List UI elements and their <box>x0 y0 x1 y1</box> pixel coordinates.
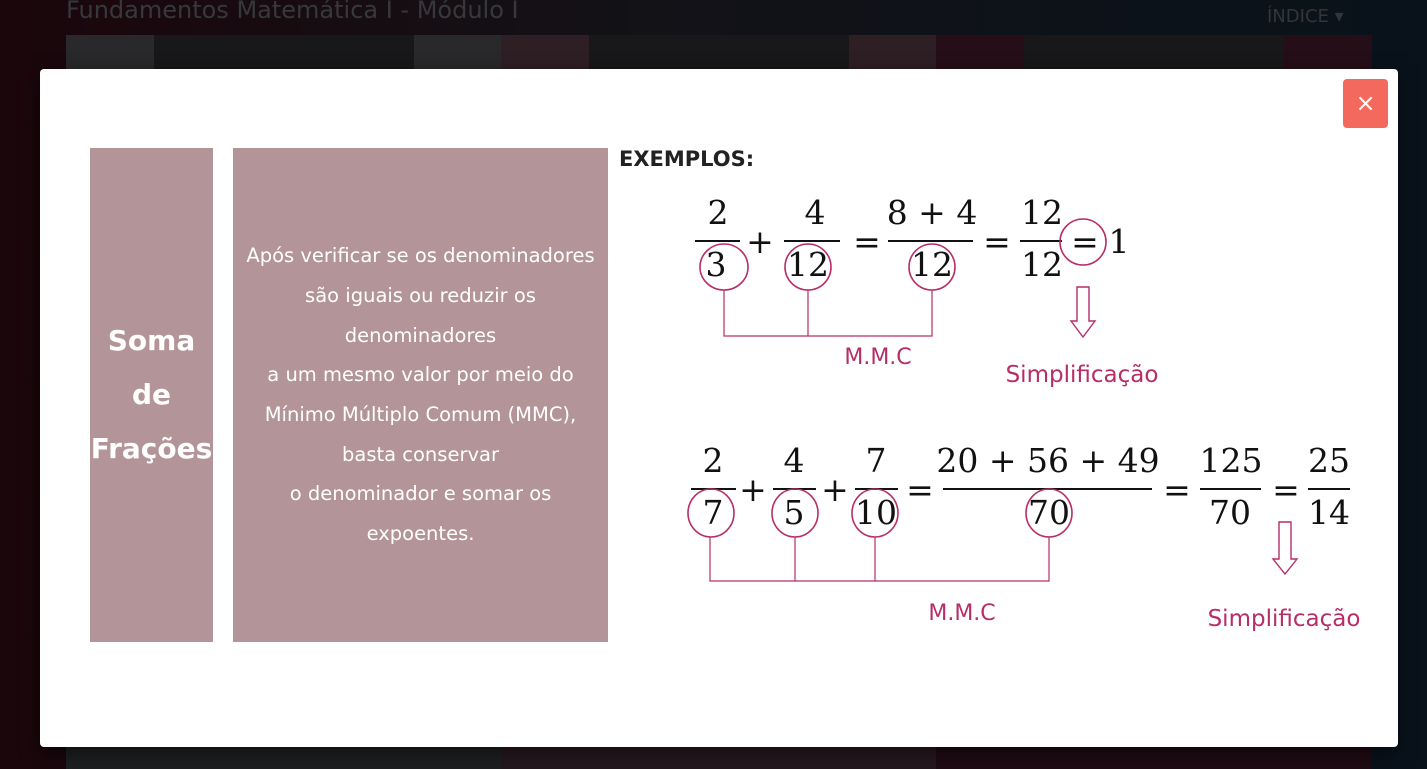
example2-f6-numerator: 25 <box>1308 441 1350 480</box>
plus-sign: + <box>739 470 767 509</box>
example2-f1-denominator: 7 <box>703 493 724 532</box>
mmc-bracket <box>723 290 933 337</box>
example2-f4-numerator: 20 + 56 + 49 <box>936 441 1159 480</box>
equals-sign: = <box>983 222 1011 261</box>
simplification-label: Simplificação <box>1006 362 1159 388</box>
example2-f5-numerator: 125 <box>1200 441 1263 480</box>
example2-f4-denominator: 70 <box>1028 493 1070 532</box>
examples-figure: 2 3 + 4 12 = 8 + 4 12 = 12 12 = 1 M.M.C … <box>687 193 1361 632</box>
example1-f4-numerator: 12 <box>1021 193 1063 232</box>
plus-sign: + <box>821 470 849 509</box>
mmc-label: M.M.C <box>928 601 995 626</box>
example1-f1-denominator: 3 <box>706 245 727 284</box>
example1-result: 1 <box>1109 222 1130 261</box>
modal-dialog: × Soma de Frações Após verificar se os d… <box>40 69 1398 747</box>
mmc-label: M.M.C <box>844 345 911 370</box>
example2-f5-denominator: 70 <box>1209 493 1251 532</box>
equals-sign: = <box>1163 470 1191 509</box>
example1-f2-numerator: 4 <box>805 193 826 232</box>
example-2: 2 7 + 4 5 + 7 10 = 20 + 56 + 49 70 = 125… <box>687 441 1361 632</box>
example1-f1-numerator: 2 <box>708 193 729 232</box>
arrow-down-icon <box>1069 286 1097 339</box>
example2-f2-denominator: 5 <box>784 493 805 532</box>
example2-f2-numerator: 4 <box>784 441 805 480</box>
equals-sign: = <box>1071 222 1099 261</box>
example2-f6-denominator: 14 <box>1308 493 1350 532</box>
example2-f3-numerator: 7 <box>866 441 887 480</box>
arrow-down-icon <box>1271 521 1299 576</box>
equals-sign: = <box>1272 470 1300 509</box>
example2-f3-denominator: 10 <box>855 493 897 532</box>
equals-sign: = <box>906 470 934 509</box>
plus-sign: + <box>746 222 774 261</box>
example1-f3-numerator: 8 + 4 <box>887 193 978 232</box>
example1-f4-denominator: 12 <box>1021 245 1063 284</box>
simplification-label: Simplificação <box>1208 606 1361 632</box>
mmc-bracket <box>709 537 1050 582</box>
example2-f1-numerator: 2 <box>703 441 724 480</box>
example1-f2-denominator: 12 <box>787 245 829 284</box>
equals-sign: = <box>853 222 881 261</box>
example1-f3-denominator: 12 <box>911 245 953 284</box>
example-1: 2 3 + 4 12 = 8 + 4 12 = 12 12 = 1 M.M.C … <box>695 193 1158 388</box>
